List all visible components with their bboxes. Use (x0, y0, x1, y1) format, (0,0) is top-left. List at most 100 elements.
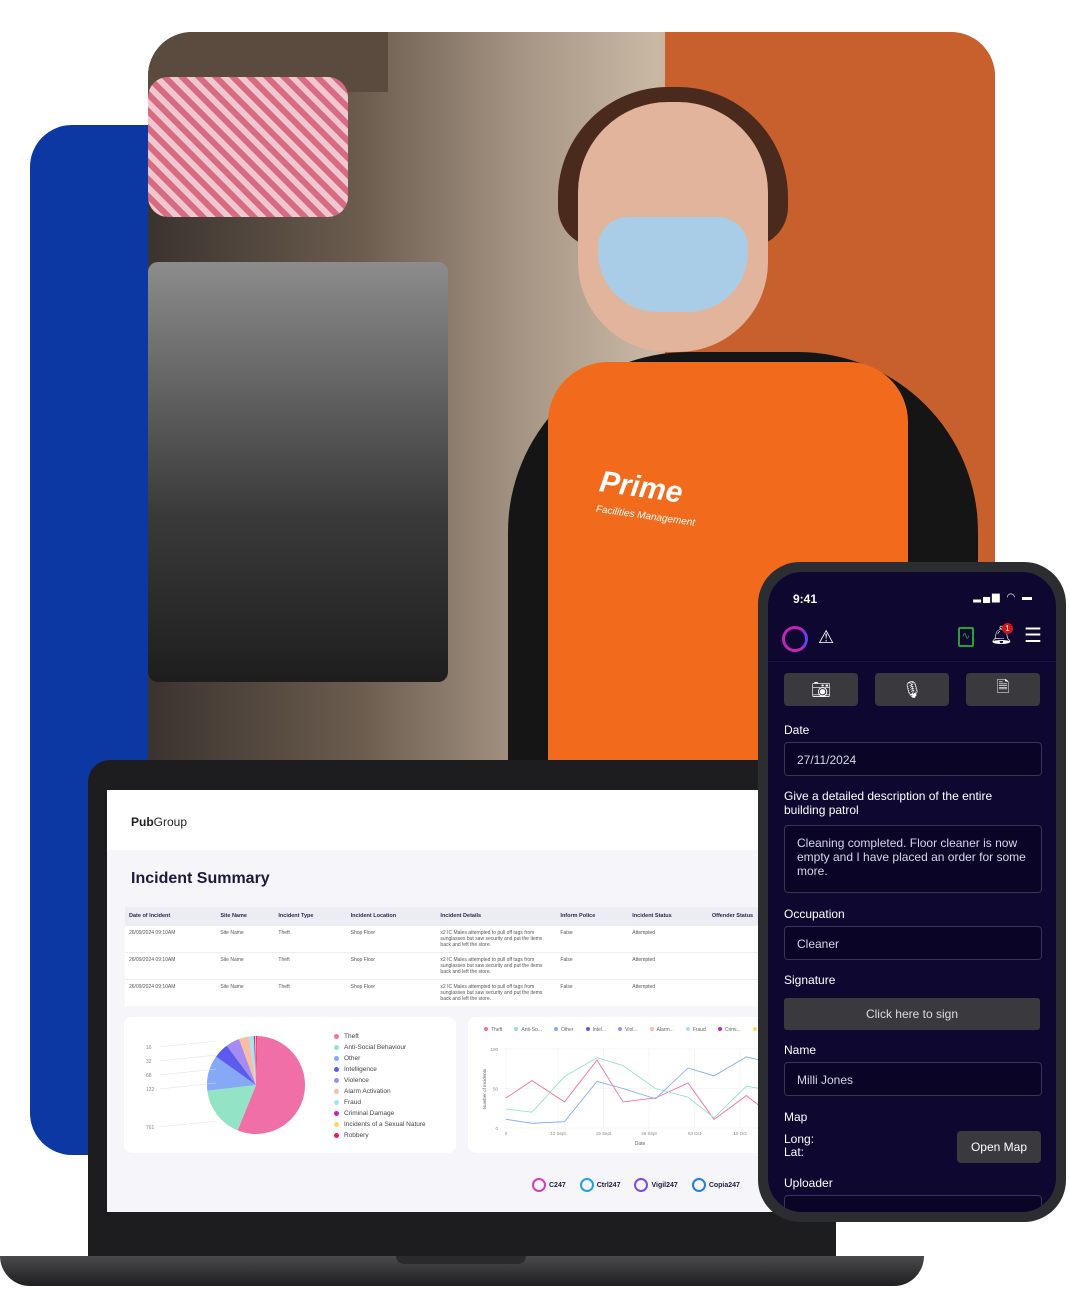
x-tick-label: 03 Oct (688, 1131, 702, 1136)
table-row[interactable]: 26/09/2024 09:10AM Site Name Theft Shop Flo… (125, 979, 825, 1006)
legend-swatch (585, 1027, 590, 1031)
logo-c247: C247 (532, 1178, 566, 1192)
legend-item[interactable]: Theft (334, 1031, 426, 1042)
column-header[interactable]: Incident Location (346, 907, 437, 926)
column-header[interactable]: Incident Status (628, 907, 708, 926)
legend-item[interactable]: Alarm... (649, 1027, 680, 1033)
legend-item[interactable]: Fraud (334, 1097, 426, 1108)
column-header[interactable]: Inform Police (556, 907, 629, 926)
legend-label: Theft (344, 1033, 359, 1040)
sign-button[interactable]: Click here to sign (784, 998, 1040, 1030)
legend-item[interactable]: Incidents of a Sexual Nature (334, 1119, 426, 1130)
table-cell: 26/09/2024 09:10AM (125, 979, 217, 1006)
name-label: Name (784, 1043, 817, 1057)
legend-label: Viol... (625, 1027, 638, 1033)
callout-line (159, 1120, 217, 1128)
legend-item[interactable]: Other (553, 1027, 580, 1033)
warning-icon[interactable]: ⚠ (818, 628, 834, 646)
legend-swatch (685, 1027, 690, 1031)
clipboard-pulse-icon[interactable]: ∿ (958, 627, 974, 647)
legend-swatch (752, 1027, 757, 1031)
legend-label: Fraud (344, 1099, 361, 1106)
legend-item[interactable]: Intelligence (334, 1064, 426, 1075)
legend-item[interactable]: Robbery (334, 1130, 426, 1141)
legend-label: Criminal Damage (344, 1110, 395, 1117)
legend-swatch (514, 1027, 519, 1031)
legend-item[interactable]: Viol... (618, 1027, 643, 1033)
callout-line (159, 1040, 217, 1048)
legend-label: Intelligence (344, 1066, 377, 1073)
legend-item[interactable]: Fraud (685, 1027, 712, 1033)
legend-item[interactable]: Criminal Damage (334, 1108, 426, 1119)
description-field[interactable]: Cleaning completed. Floor cleaner is now… (784, 825, 1042, 893)
column-header[interactable]: Incident Type (274, 907, 347, 926)
table-row[interactable]: 26/09/2024 09:10AM Site Name Theft Shop Flo… (125, 952, 825, 980)
table-cell: 26/09/2024 09:10AM (125, 952, 217, 980)
legend-label: Theft (491, 1027, 503, 1033)
legend-swatch (334, 1033, 339, 1039)
legend-item[interactable]: Alarm Activation (334, 1086, 426, 1097)
column-header[interactable]: Site Name (216, 907, 275, 926)
table-cell: Site Name (216, 979, 275, 1006)
x-tick-label: 26 Sept (641, 1131, 657, 1136)
legend-label: Alarm... (656, 1027, 674, 1033)
legend-swatch (334, 1044, 339, 1050)
legend-item[interactable]: Anti-Social Behaviour (334, 1042, 426, 1053)
legend-label: Intel... (592, 1027, 607, 1033)
incident-table: Date of Incident Site Name Incident Type In… (125, 907, 825, 1006)
table-cell: Theft (274, 979, 347, 1006)
legend-label: Incidents of a Sexual Nature (344, 1121, 426, 1128)
microphone-button[interactable]: 🎙︎ (875, 673, 949, 706)
logo-vigil247: Vigil247 (634, 1178, 678, 1192)
legend-item[interactable]: Other (334, 1053, 426, 1064)
open-map-button[interactable]: Open Map (957, 1131, 1041, 1163)
table-cell: Theft (274, 952, 347, 980)
table-cell: Theft (274, 925, 347, 953)
name-field[interactable]: Milli Jones (784, 1062, 1042, 1096)
legend-swatch (649, 1027, 654, 1031)
logo-copia247: Copia247 (691, 1178, 740, 1192)
column-header[interactable]: Incident Details (436, 907, 557, 926)
menu-icon[interactable]: ☰ (1024, 626, 1042, 646)
legend-item[interactable]: Theft (484, 1027, 508, 1033)
phone-frame: 9:41 ▂▄▆ ◠ ▬ ⚠ ∿ 🔔︎ 1 ☰ 📷︎ 🎙︎ 🗎 Date 27/… (758, 562, 1066, 1222)
notification-badge: 1 (1002, 623, 1013, 634)
callout-label: 68 (146, 1073, 152, 1079)
legend-swatch (334, 1055, 339, 1061)
laptop-screen: PubGroup Incident Summary Date of Incide… (107, 790, 835, 1212)
legend-swatch (334, 1110, 339, 1116)
map-label: Map (784, 1110, 808, 1124)
legend-swatch (484, 1027, 488, 1031)
app-topbar: ⚠ ∿ 🔔︎ 1 ☰ (768, 612, 1056, 662)
legend-label: Other (560, 1027, 574, 1033)
y-axis-label: Number of Incidents (482, 1068, 487, 1109)
capture-buttons: 📷︎ 🎙︎ 🗎 (784, 673, 1040, 706)
callout-label: 122 (146, 1087, 155, 1093)
date-field[interactable]: 27/11/2024 (784, 742, 1042, 776)
table-row[interactable]: 26/09/2024 09:10AM Site Name Theft Shop Flo… (125, 925, 825, 953)
column-header[interactable]: Date of Incident (125, 907, 217, 926)
occupation-field[interactable]: Cleaner (784, 926, 1042, 960)
latitude-label: Lat: (784, 1145, 805, 1159)
pie-chart-card: 16 32 68 122 761 Theft Anti-Social Behaviour O… (124, 1017, 456, 1153)
callout-label: 32 (146, 1059, 152, 1065)
table-cell: Shop Floor (346, 925, 437, 953)
camera-button[interactable]: 📷︎ (784, 673, 858, 706)
table-cell: 26/09/2024 09:10AM (125, 925, 217, 953)
legend-swatch (334, 1132, 339, 1138)
page-title: Incident Summary (131, 870, 270, 887)
table-cell: Site Name (216, 952, 275, 980)
legend-item[interactable]: Intel... (585, 1027, 613, 1033)
legend-item[interactable]: Violence (334, 1075, 426, 1086)
uploader-field[interactable] (784, 1195, 1042, 1212)
product-logos: C247 Ctrl247 Vigil247 Copia247 (532, 1178, 740, 1192)
table-cell: False (556, 925, 629, 953)
legend-item[interactable]: Crimi... (717, 1027, 747, 1033)
legend-item[interactable]: Anti-So... (514, 1027, 548, 1033)
document-icon: 🗎 (996, 679, 1010, 696)
series-line-anti-social-behaviour[interactable] (505, 1057, 760, 1119)
legend-label: Anti-Social Behaviour (344, 1044, 407, 1051)
legend-label: Alarm Activation (344, 1088, 391, 1095)
app-logo-icon[interactable] (782, 626, 808, 652)
document-button[interactable]: 🗎 (966, 673, 1040, 706)
